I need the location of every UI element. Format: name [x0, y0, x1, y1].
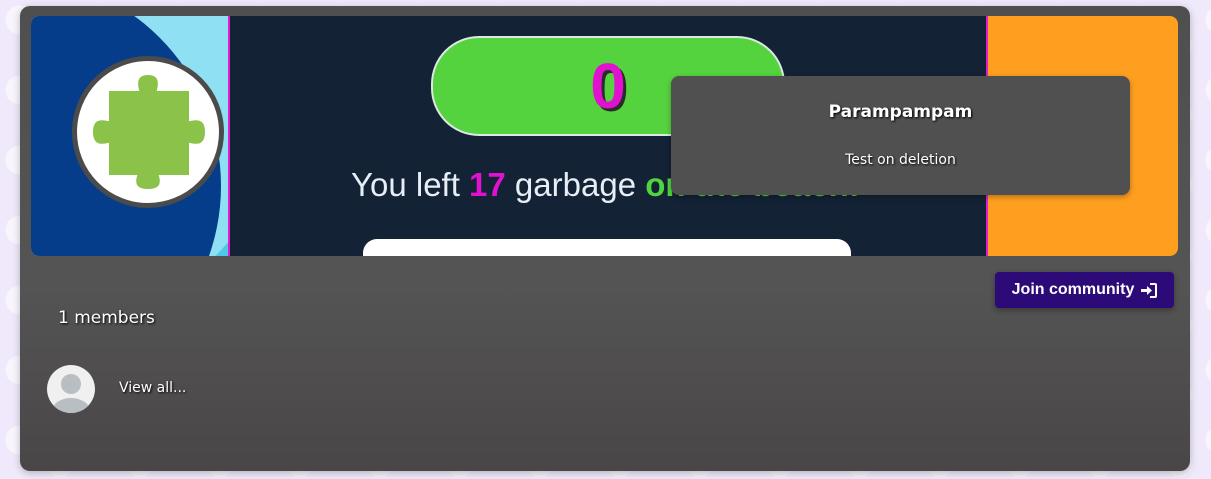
community-tooltip: Parampampam Test on deletion	[671, 76, 1130, 195]
user-icon	[52, 374, 90, 413]
message-prefix: You left	[351, 166, 470, 203]
message-middle: garbage	[505, 166, 646, 203]
sign-in-icon	[1141, 282, 1158, 298]
join-community-label: Join community	[1011, 281, 1135, 298]
join-community-button[interactable]: Join community	[995, 272, 1174, 308]
member-avatar[interactable]	[47, 365, 95, 413]
community-card: 0 You left 17 garbage on the beach! Para…	[20, 6, 1190, 471]
tooltip-title: Parampampam	[828, 102, 973, 122]
puzzle-piece-icon	[90, 72, 208, 192]
view-all-link[interactable]: View all...	[119, 380, 186, 396]
banner-input-box	[363, 239, 851, 256]
score-value: 0	[590, 50, 626, 122]
message-count: 17	[469, 166, 506, 203]
community-avatar	[72, 56, 224, 208]
tooltip-description: Test on deletion	[845, 152, 956, 168]
members-count: 1 members	[58, 308, 155, 328]
